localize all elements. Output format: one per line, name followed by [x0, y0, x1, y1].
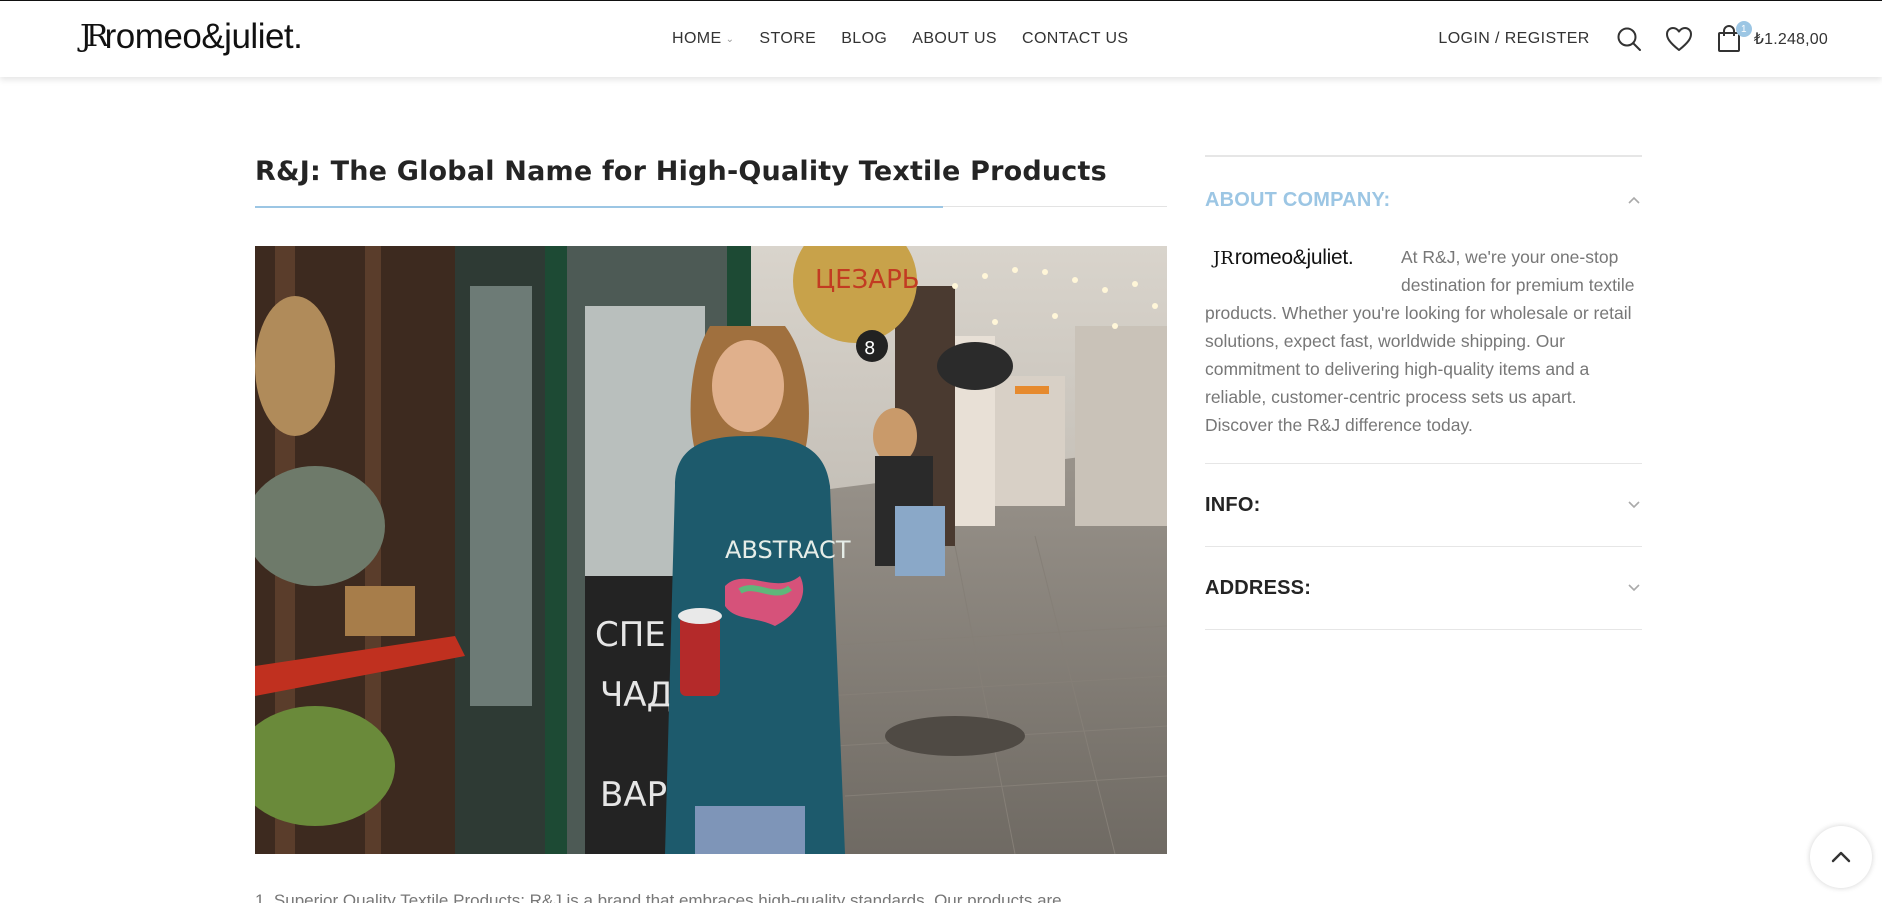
nav-label-blog: BLOG	[841, 30, 888, 47]
page-title: R&J: The Global Name for High-Quality Te…	[255, 156, 1107, 187]
hero-image: ЦЕЗАРЬ 8 СПЕ ЧАД ВАРЕ ABSTRACT	[255, 246, 1167, 854]
nav-item-store[interactable]: STORE	[759, 30, 816, 48]
accordion-header-about-company[interactable]: ABOUT COMPANY:	[1205, 157, 1642, 243]
chevron-down-icon: ⌄	[725, 33, 735, 45]
search-icon	[1617, 27, 1641, 51]
logo-text: romeo&juliet.	[104, 17, 303, 56]
svg-text:ABSTRACT: ABSTRACT	[725, 536, 851, 564]
accordion-title-address: ADDRESS:	[1205, 576, 1312, 599]
accordion-info: INFO:	[1205, 463, 1642, 546]
about-logo-mark: JR	[1213, 247, 1234, 269]
scroll-to-top-button[interactable]	[1810, 826, 1872, 888]
svg-text:СПЕ: СПЕ	[595, 615, 666, 655]
login-register-link[interactable]: LOGIN / REGISTER	[1438, 30, 1589, 48]
nav-label-contact-us: CONTACT US	[1021, 30, 1129, 47]
nav-item-home[interactable]: HOME ⌄	[672, 30, 734, 48]
logo-mark: JR	[80, 19, 109, 54]
site-header: JR romeo&juliet. HOME ⌄ STORE BLOG ABOUT…	[0, 0, 1882, 77]
article-body-text: 1. Superior Quality Textile Products: R&…	[255, 891, 1062, 903]
cart-button[interactable]: 1	[1714, 21, 1752, 54]
nav-item-blog[interactable]: BLOG	[841, 30, 887, 48]
photo-woman-in-hoodie-icon: ЦЕЗАРЬ 8 СПЕ ЧАД ВАРЕ ABSTRACT	[255, 246, 1167, 854]
accordion-title-info: INFO:	[1205, 493, 1261, 516]
svg-text:8: 8	[864, 338, 875, 359]
chevron-up-icon	[1831, 851, 1851, 863]
search-button[interactable]	[1614, 24, 1644, 54]
svg-text:ЧАД: ЧАД	[600, 675, 673, 715]
accordion-body-about-company: JR romeo&juliet. At R&J, we're your one-…	[1205, 243, 1642, 463]
nav-label-home: HOME	[672, 30, 722, 47]
about-logo-text: romeo&juliet.	[1234, 246, 1354, 269]
title-accent-line	[255, 206, 943, 208]
svg-text:ЦЕЗАРЬ: ЦЕЗАРЬ	[815, 265, 920, 295]
cart-total[interactable]: ₺1.248,00	[1754, 29, 1828, 49]
header-actions: LOGIN / REGISTER 1 ₺1.248,00	[1438, 21, 1828, 57]
about-company-logo: JR romeo&juliet.	[1213, 243, 1383, 273]
nav-item-contact-us[interactable]: CONTACT US	[1022, 30, 1129, 48]
nav-label-store: STORE	[759, 30, 817, 47]
chevron-down-icon	[1628, 501, 1640, 509]
cart-count-badge: 1	[1735, 21, 1752, 37]
chevron-up-icon	[1628, 196, 1640, 204]
accordion-header-info[interactable]: INFO:	[1205, 464, 1642, 546]
main-nav: HOME ⌄ STORE BLOG ABOUT US CONTACT US	[672, 27, 1129, 51]
sidebar-accordion: ABOUT COMPANY: JR romeo&juliet. At R&J, …	[1205, 155, 1642, 630]
heart-icon	[1665, 27, 1692, 51]
nav-label-about-us: ABOUT US	[912, 30, 997, 47]
accordion-title-about-company: ABOUT COMPANY:	[1205, 188, 1391, 211]
accordion-address: ADDRESS:	[1205, 546, 1642, 630]
accordion-header-address[interactable]: ADDRESS:	[1205, 547, 1642, 629]
accordion-about-company: ABOUT COMPANY: JR romeo&juliet. At R&J, …	[1205, 155, 1642, 463]
site-logo[interactable]: JR romeo&juliet.	[80, 15, 303, 59]
wishlist-button[interactable]	[1664, 24, 1694, 54]
nav-item-about-us[interactable]: ABOUT US	[912, 30, 997, 48]
chevron-down-icon	[1628, 584, 1640, 592]
